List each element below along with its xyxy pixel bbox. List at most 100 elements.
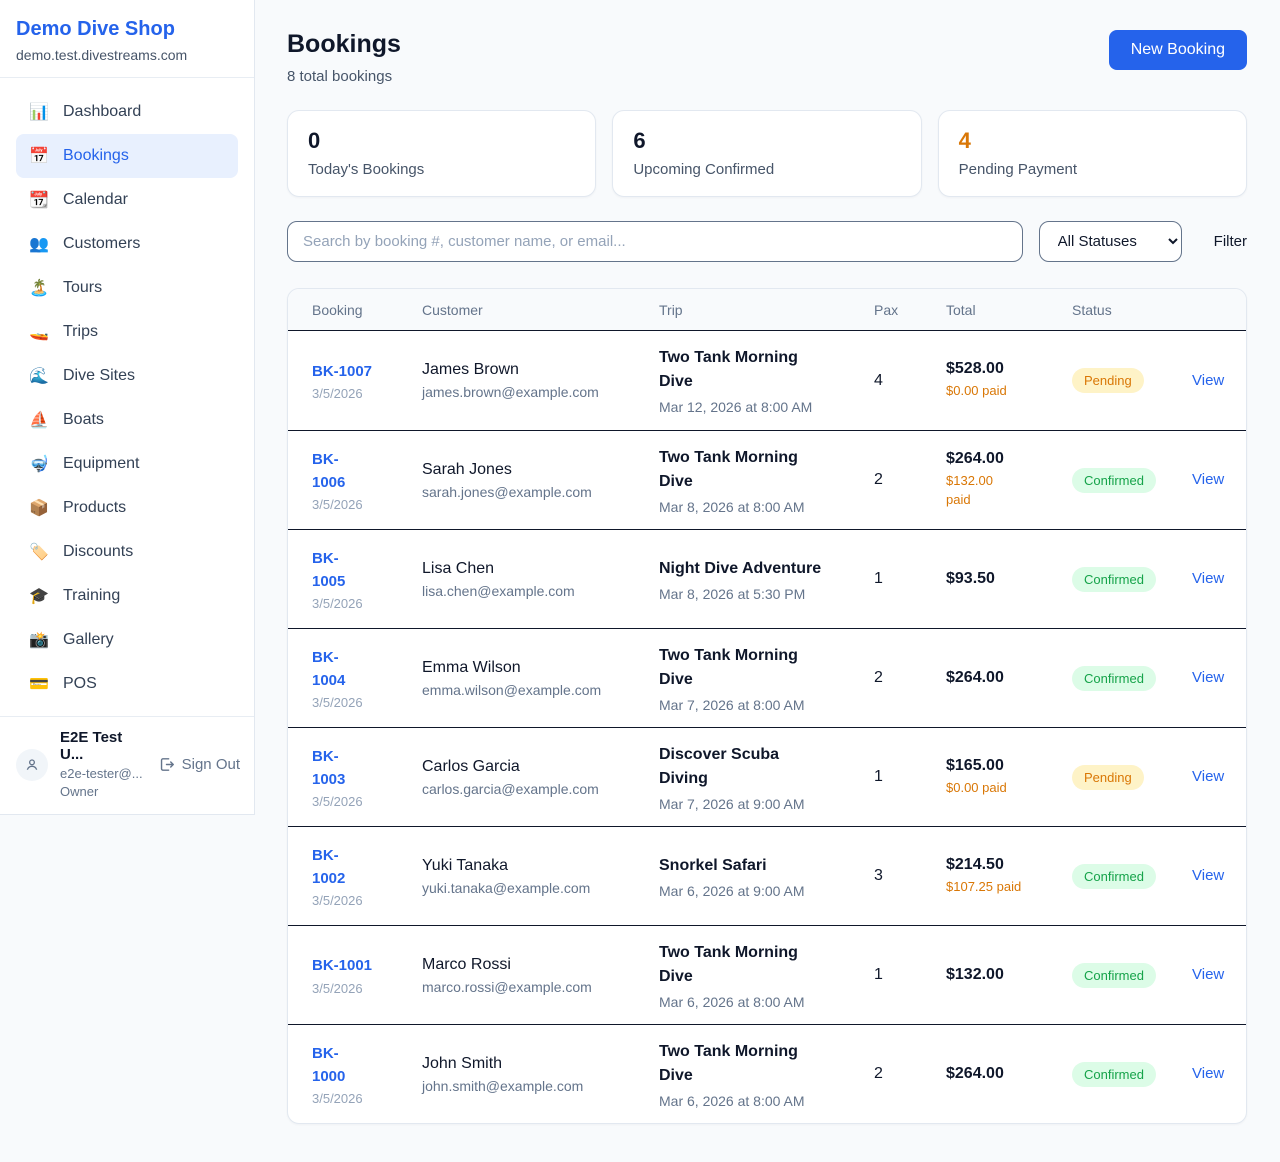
booking-id-link[interactable]: BK- 1004 <box>312 646 345 693</box>
trip-datetime: Mar 12, 2026 at 8:00 AM <box>659 399 874 415</box>
sign-out-button[interactable]: Sign Out <box>158 756 240 773</box>
sidebar-item-products[interactable]: 📦 Products <box>16 486 238 530</box>
booking-id-link[interactable]: BK-1001 <box>312 954 372 977</box>
filter-button[interactable]: Filter <box>1214 233 1247 250</box>
sidebar-item-customers[interactable]: 👥 Customers <box>16 222 238 266</box>
view-link[interactable]: View <box>1192 570 1224 587</box>
total-amount: $528.00 <box>946 360 1072 378</box>
logout-icon <box>158 756 175 773</box>
stat-card: 4 Pending Payment <box>938 110 1247 197</box>
customer-email: john.smith@example.com <box>422 1078 659 1094</box>
view-link[interactable]: View <box>1192 768 1224 785</box>
column-header-status: Status <box>1072 302 1192 318</box>
total-bookings-count: 8 total bookings <box>287 68 401 85</box>
total-amount: $165.00 <box>946 757 1072 775</box>
trip-datetime: Mar 8, 2026 at 5:30 PM <box>659 586 874 602</box>
credit-card-icon: 💳 <box>28 674 50 694</box>
tag-icon: 🏷️ <box>28 542 50 562</box>
speedboat-icon: 🚤 <box>28 322 50 342</box>
column-header-total: Total <box>946 302 1072 318</box>
view-link[interactable]: View <box>1192 966 1224 983</box>
customer-email: carlos.garcia@example.com <box>422 781 659 797</box>
user-email: e2e-tester@... <box>60 765 146 783</box>
sidebar-item-label: Products <box>63 499 126 517</box>
booking-date: 3/5/2026 <box>312 794 422 809</box>
pax-count: 2 <box>874 471 946 489</box>
booking-id-link[interactable]: BK- 1002 <box>312 844 345 891</box>
sidebar-item-bookings[interactable]: 📅 Bookings <box>16 134 238 178</box>
trip-datetime: Mar 7, 2026 at 8:00 AM <box>659 697 874 713</box>
view-link[interactable]: View <box>1192 372 1224 389</box>
sidebar-item-pos[interactable]: 💳 POS <box>16 662 238 706</box>
sidebar-item-label: POS <box>63 675 97 693</box>
view-link[interactable]: View <box>1192 1065 1224 1082</box>
sidebar-item-label: Tours <box>63 279 102 297</box>
package-icon: 📦 <box>28 498 50 518</box>
sidebar-item-dashboard[interactable]: 📊 Dashboard <box>16 90 238 134</box>
filter-bar: All Statuses Filter <box>287 221 1247 262</box>
sidebar-item-tours[interactable]: 🏝️ Tours <box>16 266 238 310</box>
sidebar-item-boats[interactable]: ⛵ Boats <box>16 398 238 442</box>
booking-id-link[interactable]: BK- 1006 <box>312 448 345 495</box>
sidebar-item-trips[interactable]: 🚤 Trips <box>16 310 238 354</box>
customer-name: Lisa Chen <box>422 560 659 578</box>
status-badge: Confirmed <box>1072 468 1156 493</box>
stat-label: Pending Payment <box>959 161 1226 178</box>
status-badge: Confirmed <box>1072 666 1156 691</box>
avatar <box>16 749 48 781</box>
customer-name: Emma Wilson <box>422 659 659 677</box>
paid-amount: $107.25 paid <box>946 878 1072 897</box>
calendar-icon: 📅 <box>28 146 50 166</box>
sidebar-item-discounts[interactable]: 🏷️ Discounts <box>16 530 238 574</box>
status-badge: Pending <box>1072 368 1144 393</box>
customer-email: lisa.chen@example.com <box>422 583 659 599</box>
new-booking-button[interactable]: New Booking <box>1109 30 1247 70</box>
view-link[interactable]: View <box>1192 867 1224 884</box>
table-row: BK- 1000 3/5/2026 John Smith john.smith@… <box>288 1024 1246 1123</box>
sidebar-item-label: Training <box>63 587 120 605</box>
status-badge: Confirmed <box>1072 864 1156 889</box>
customer-name: Sarah Jones <box>422 461 659 479</box>
search-input[interactable] <box>287 221 1023 262</box>
sidebar-item-label: Calendar <box>63 191 128 209</box>
pax-count: 3 <box>874 867 946 885</box>
sidebar: Demo Dive Shop demo.test.divestreams.com… <box>0 0 255 815</box>
booking-id-link[interactable]: BK- 1003 <box>312 745 345 792</box>
customer-name: Yuki Tanaka <box>422 857 659 875</box>
sidebar-item-training[interactable]: 🎓 Training <box>16 574 238 618</box>
sidebar-item-dive-sites[interactable]: 🌊 Dive Sites <box>16 354 238 398</box>
view-link[interactable]: View <box>1192 471 1224 488</box>
sidebar-item-label: Dive Sites <box>63 367 135 385</box>
pax-count: 4 <box>874 372 946 390</box>
shop-domain: demo.test.divestreams.com <box>16 47 238 63</box>
status-badge: Confirmed <box>1072 1062 1156 1087</box>
trip-datetime: Mar 7, 2026 at 9:00 AM <box>659 796 874 812</box>
sidebar-item-equipment[interactable]: 🤿 Equipment <box>16 442 238 486</box>
booking-date: 3/5/2026 <box>312 695 422 710</box>
sidebar-item-label: Discounts <box>63 543 133 561</box>
person-icon <box>24 757 40 773</box>
total-amount: $93.50 <box>946 570 1072 588</box>
customer-name: James Brown <box>422 361 659 379</box>
trip-name: Two Tank Morning Dive <box>659 346 874 394</box>
trip-datetime: Mar 8, 2026 at 8:00 AM <box>659 499 874 515</box>
booking-date: 3/5/2026 <box>312 1091 422 1106</box>
sidebar-item-calendar[interactable]: 📆 Calendar <box>16 178 238 222</box>
status-select[interactable]: All Statuses <box>1039 221 1182 262</box>
total-amount: $264.00 <box>946 1065 1072 1083</box>
booking-id-link[interactable]: BK- 1005 <box>312 547 345 594</box>
sidebar-item-label: Boats <box>63 411 104 429</box>
graduation-cap-icon: 🎓 <box>28 586 50 606</box>
status-badge: Confirmed <box>1072 567 1156 592</box>
booking-id-link[interactable]: BK- 1000 <box>312 1042 345 1089</box>
customer-email: emma.wilson@example.com <box>422 682 659 698</box>
sidebar-item-gallery[interactable]: 📸 Gallery <box>16 618 238 662</box>
paid-amount: $132.00 paid <box>946 472 1072 510</box>
booking-id-link[interactable]: BK-1007 <box>312 360 372 383</box>
stat-card: 0 Today's Bookings <box>287 110 596 197</box>
user-info: E2E Test U... e2e-tester@... Owner <box>60 729 146 800</box>
user-box: E2E Test U... e2e-tester@... Owner Sign … <box>0 716 254 814</box>
sidebar-nav: 📊 Dashboard 📅 Bookings 📆 Calendar 👥 Cust… <box>0 78 254 716</box>
stat-value: 4 <box>959 128 1226 154</box>
view-link[interactable]: View <box>1192 669 1224 686</box>
